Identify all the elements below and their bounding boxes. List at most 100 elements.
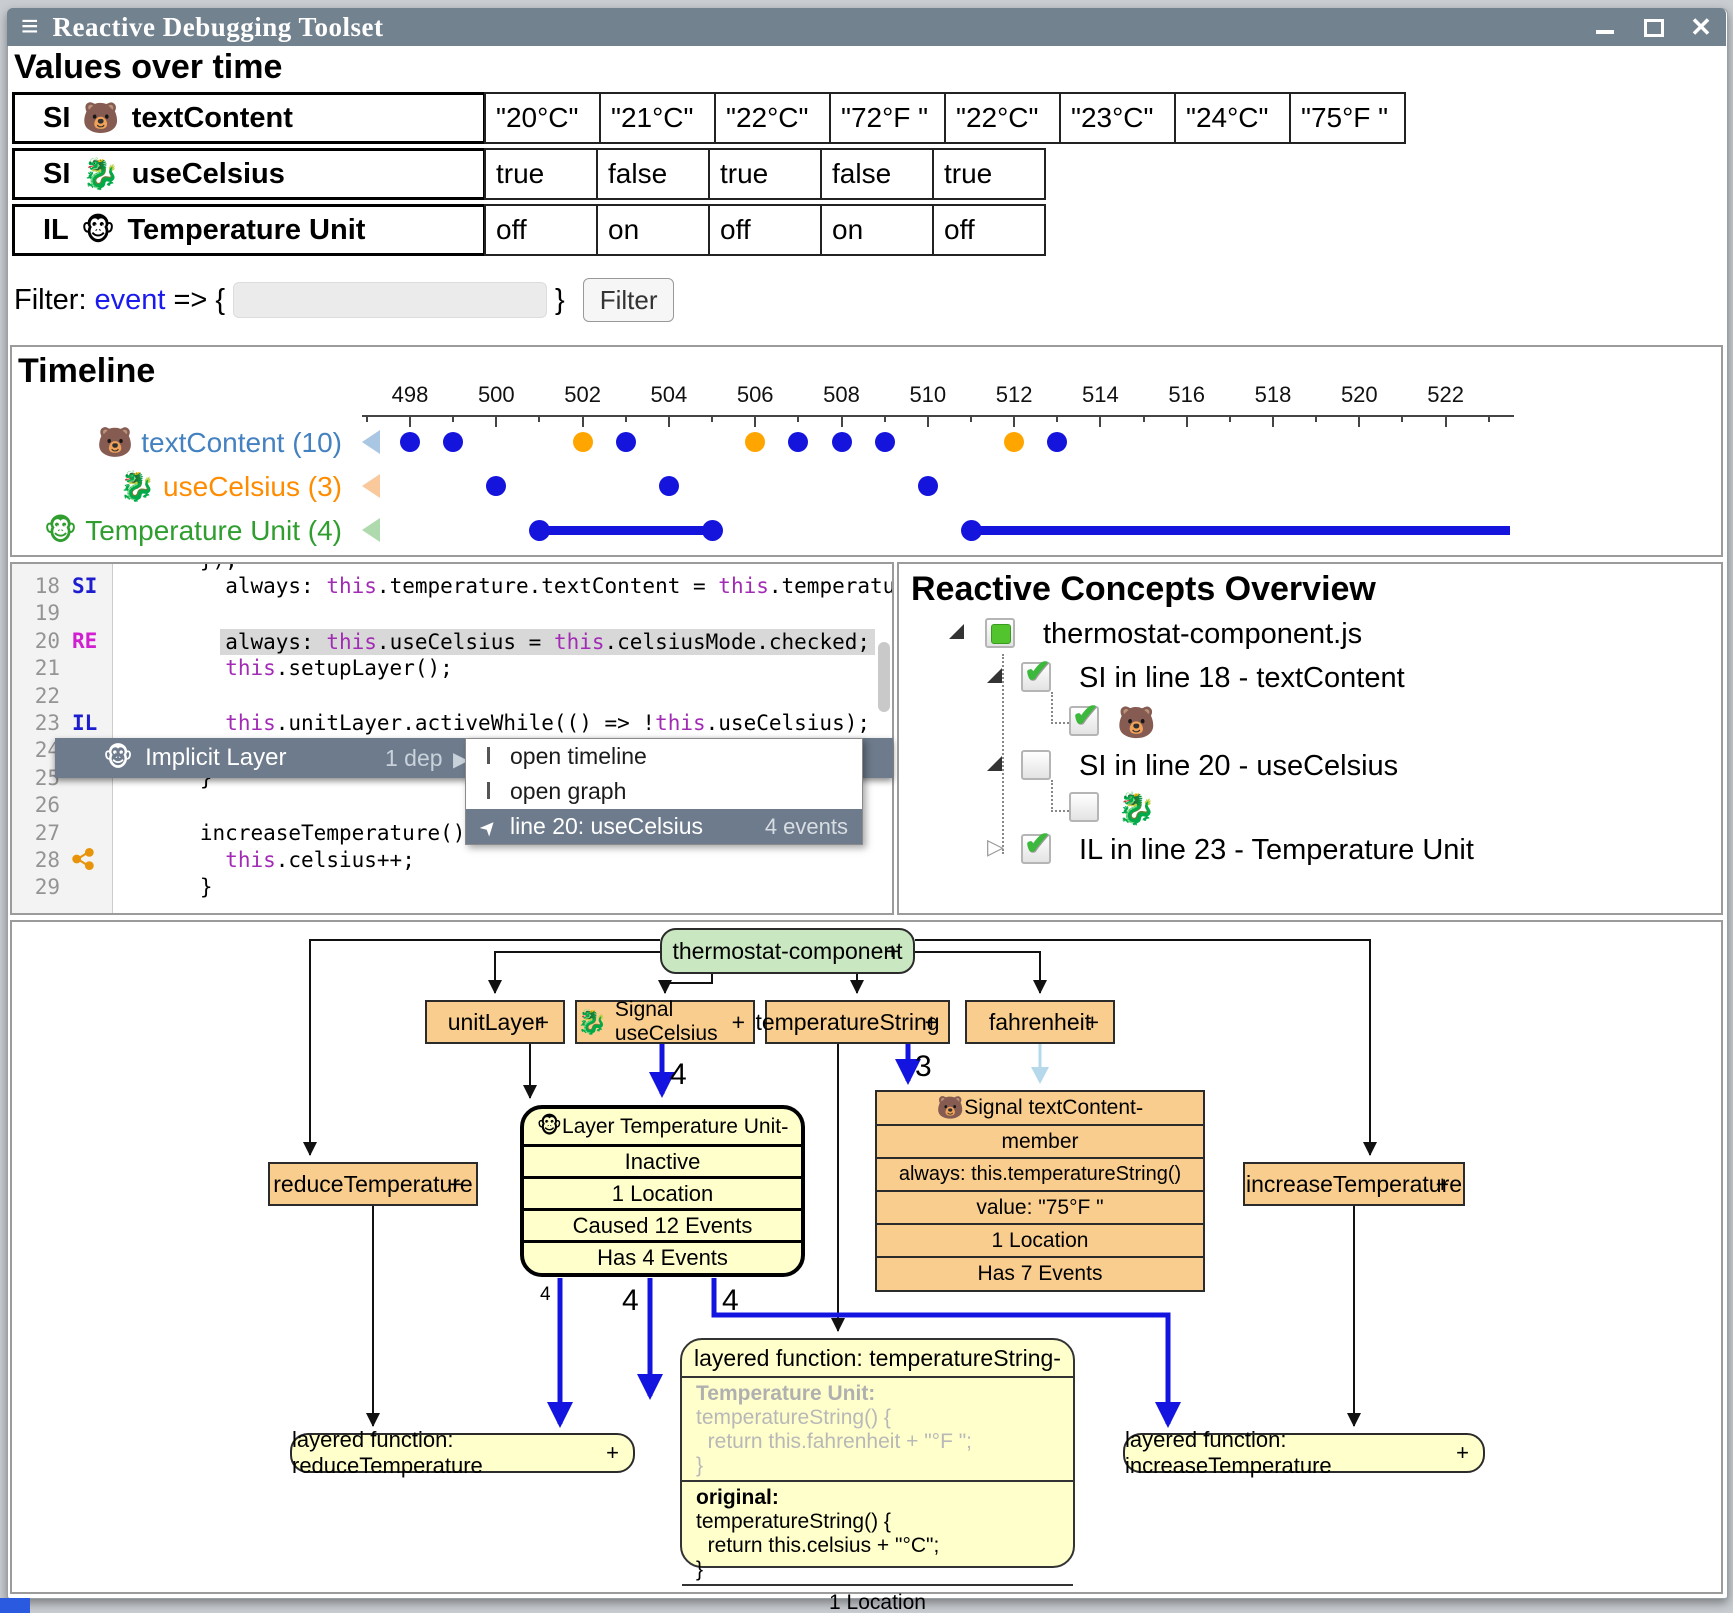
values-row-label: SI🐻textContent [12, 92, 486, 144]
line-number: 25 [20, 766, 60, 790]
timeline-row-label[interactable]: 🐵Temperature Unit (4) [12, 513, 342, 547]
expand-toggle[interactable]: + [606, 1440, 619, 1466]
expand-toggle[interactable]: + [1436, 1171, 1449, 1198]
value-cell: false [820, 148, 934, 200]
tree-checkbox-checked[interactable]: ✔ [1021, 662, 1051, 692]
expand-toggle[interactable]: + [1456, 1440, 1469, 1466]
graph-node-signal-useCelsius[interactable]: 🐉 Signal useCelsius + [575, 1000, 755, 1044]
axis-tick-label: 514 [1065, 382, 1135, 408]
graph-node-fahrenheit[interactable]: fahrenheit + [965, 1000, 1115, 1044]
filter-input[interactable] [233, 282, 547, 318]
node-location-row[interactable]: 1 Location [877, 1223, 1203, 1256]
expand-toggle[interactable]: + [886, 938, 899, 965]
graph-node-layer-temperature-unit[interactable]: 🐵 Layer Temperature Unit - Inactive 1 Lo… [520, 1105, 805, 1277]
value-cell: true [708, 148, 822, 200]
collapse-toggle[interactable]: - [1053, 1345, 1061, 1372]
maximize-button[interactable] [1642, 16, 1664, 38]
graph-node-unitLayer[interactable]: unitLayer + [425, 1000, 565, 1044]
tree-checkbox-checked[interactable]: ✔ [1069, 706, 1099, 736]
node-events-row[interactable]: Has 4 Events [524, 1240, 801, 1272]
original-code-section: original: temperatureString() { return t… [682, 1480, 1073, 1584]
node-caused-row[interactable]: Caused 12 Events [524, 1208, 801, 1240]
collapse-toggle[interactable]: - [1136, 1095, 1143, 1121]
timeline-row-label[interactable]: 🐉useCelsius (3) [12, 469, 342, 504]
line-number: 28 [20, 848, 60, 872]
graph-node-increaseTemperature[interactable]: increaseTemperature + [1243, 1162, 1465, 1206]
timeline-event-dot[interactable] [486, 476, 506, 496]
axis-tick-label: 518 [1238, 382, 1308, 408]
axis-tick-label: 502 [548, 382, 618, 408]
expand-toggle[interactable]: + [536, 1009, 549, 1036]
graph-node-temperatureString[interactable]: temperatureString + [765, 1000, 950, 1044]
hamburger-menu-icon[interactable]: ≡ [21, 12, 39, 42]
filter-label: Filter: [14, 284, 87, 317]
axis-tick-label: 516 [1152, 382, 1222, 408]
graph-node-thermostat-component[interactable]: thermostat-component + [660, 928, 915, 974]
timeline-event-dot[interactable] [745, 432, 765, 452]
minimize-button[interactable] [1594, 16, 1616, 38]
tree-item-label: SI in line 20 - useCelsius [1079, 750, 1398, 783]
timeline-event-dot[interactable] [875, 432, 895, 452]
node-location-row[interactable]: 1 Location [524, 1176, 801, 1208]
timeline-event-dot[interactable] [573, 432, 593, 452]
submenu-item[interactable]: ➤line 20: useCelsius4 events [466, 809, 862, 844]
close-button[interactable]: ✕ [1690, 16, 1712, 38]
graph-node-layered-temperatureString[interactable]: layered function: temperatureString - Te… [680, 1338, 1075, 1568]
line-number: 26 [20, 793, 60, 817]
timeline-event-dot[interactable] [1047, 432, 1067, 452]
graph-node-signal-textContent[interactable]: 🐻 Signal textContent - member always: th… [875, 1090, 1205, 1292]
timeline-event-dot[interactable] [400, 432, 420, 452]
timeline-event-dot[interactable] [659, 476, 679, 496]
tree-checkbox-unchecked[interactable] [1021, 750, 1051, 780]
line-number: 18 [20, 574, 60, 598]
value-cell: "23°C" [1059, 92, 1176, 144]
value-cell: off [708, 204, 822, 256]
graph-node-layered-reduceTemperature[interactable]: layered function: reduceTemperature + [290, 1433, 635, 1473]
concept-marker-SI[interactable]: SI [72, 574, 108, 598]
submenu-item[interactable]: open timeline [466, 739, 862, 774]
timeline-row-label[interactable]: 🐻textContent (10) [12, 425, 342, 460]
tree-expander-expanded-icon[interactable] [949, 624, 964, 639]
graph-node-reduceTemperature[interactable]: reduceTemperature + [268, 1162, 478, 1206]
code-scrollbar-thumb[interactable] [878, 642, 890, 712]
value-cell: false [596, 148, 710, 200]
monkey-icon: 🐵 [103, 743, 133, 773]
concept-marker-RE[interactable]: RE [72, 629, 108, 653]
expand-toggle[interactable]: + [1086, 1009, 1099, 1036]
filter-arrow: => [173, 284, 207, 317]
tree-checkbox-unchecked[interactable] [1069, 792, 1099, 822]
axis-tick-label: 498 [375, 382, 445, 408]
tree-checkbox-checked[interactable]: ✔ [1021, 834, 1051, 864]
timeline-event-dot[interactable] [1004, 432, 1024, 452]
timeline-event-dot[interactable] [616, 432, 636, 452]
tree-item-label: thermostat-component.js [1043, 618, 1362, 651]
timeline-start-marker[interactable] [362, 430, 380, 454]
tree-expander-expanded-icon[interactable] [987, 668, 1002, 683]
node-location-row[interactable]: 1 Location [682, 1584, 1073, 1613]
graph-node-layered-increaseTemperature[interactable]: layered function: increaseTemperature + [1123, 1433, 1485, 1473]
monkey-icon: 🐵 [81, 213, 116, 248]
timeline-event-dot[interactable] [788, 432, 808, 452]
filter-button[interactable]: Filter [583, 278, 675, 322]
concept-marker-IL[interactable]: IL [72, 711, 108, 735]
timeline-start-marker[interactable] [362, 474, 380, 498]
timeline-start-marker[interactable] [362, 518, 380, 542]
tree-checkbox-green-fill[interactable] [985, 618, 1015, 648]
timeline-event-dot[interactable] [918, 476, 938, 496]
timeline-event-dot[interactable] [832, 432, 852, 452]
submenu-item[interactable]: open graph [466, 774, 862, 809]
share-icon[interactable] [72, 848, 108, 875]
expand-toggle[interactable]: + [925, 1009, 938, 1036]
tree-expander-expanded-icon[interactable] [987, 756, 1002, 771]
expand-toggle[interactable]: + [449, 1171, 462, 1198]
timeline-active-segment[interactable] [971, 526, 1510, 535]
value-cell: on [820, 204, 934, 256]
window-title: Reactive Debugging Toolset [53, 12, 1594, 43]
timeline-active-segment[interactable] [539, 526, 712, 535]
collapse-toggle[interactable]: - [781, 1114, 788, 1140]
timeline-event-dot[interactable] [443, 432, 463, 452]
code-text: this.celsius++; [225, 848, 415, 872]
values-table: SI🐻textContent"20°C""21°C""22°C""72°F ""… [12, 92, 1406, 260]
node-events-row[interactable]: Has 7 Events [877, 1256, 1203, 1289]
expand-toggle[interactable]: + [732, 1009, 745, 1036]
